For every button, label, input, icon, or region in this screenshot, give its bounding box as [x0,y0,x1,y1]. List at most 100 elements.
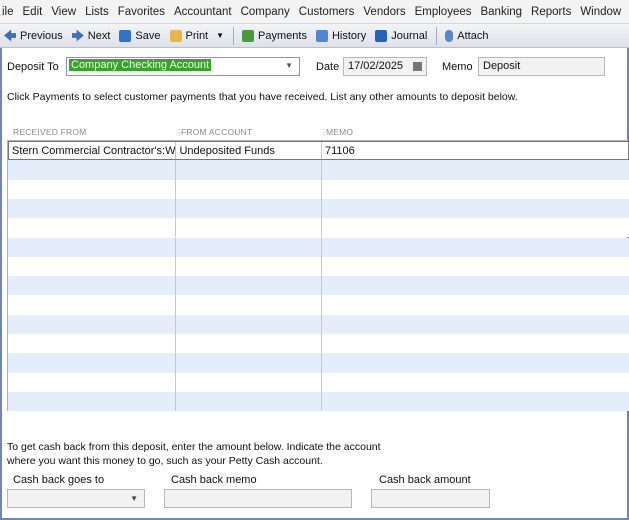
cashback-amount-field[interactable] [371,489,490,508]
header-from-account[interactable]: FROM ACCOUNT [181,127,252,137]
table-cell[interactable] [176,256,322,277]
table-row[interactable] [8,179,629,199]
journal-button[interactable]: Journal [375,29,427,42]
memo-label: Memo [442,61,473,73]
menu-edit[interactable]: Edit [23,6,43,18]
arrow-left-icon [4,29,16,42]
table-cell[interactable] [176,314,322,334]
table-row[interactable] [8,198,629,219]
menu-lists[interactable]: Lists [85,6,109,18]
table-cell[interactable] [8,218,176,238]
cashback-instructions-2: where you want this money to go, such as… [7,455,323,467]
table-row[interactable] [8,391,629,412]
menu-company[interactable]: Company [241,6,290,18]
menu-ile[interactable]: ile [2,6,14,18]
menu-window[interactable]: Window [580,6,621,18]
table-cell[interactable] [176,160,322,180]
table-cell[interactable] [322,180,629,199]
table-cell[interactable] [176,334,322,354]
menu-accountant[interactable]: Accountant [174,6,232,18]
next-button[interactable]: Next [71,29,110,42]
table-cell[interactable] [322,295,629,314]
previous-button[interactable]: Previous [4,29,63,42]
chevron-down-icon[interactable]: ▼ [130,494,138,503]
table-cell[interactable] [8,314,176,334]
table-row[interactable] [8,353,629,373]
history-button[interactable]: History [315,29,366,42]
menu-reports[interactable]: Reports [531,6,571,18]
save-button[interactable]: Save [119,29,161,42]
table-cell[interactable]: Undeposited Funds [176,142,322,160]
table-cell[interactable] [8,334,176,354]
calendar-icon[interactable] [413,62,422,71]
table-cell[interactable] [8,256,176,277]
table-cell[interactable] [8,198,176,219]
menu-view[interactable]: View [51,6,76,18]
save-icon [119,29,132,42]
chevron-down-icon[interactable]: ▼ [216,31,224,40]
table-row[interactable] [8,237,629,257]
table-cell[interactable]: Stern Commercial Contractor's:W... [9,142,177,160]
table-cell[interactable] [322,334,629,353]
toolbar: Previous Next Save Print ▼ Payments Histo… [0,24,629,48]
table-row[interactable]: Stern Commercial Contractor's:W... Undepo… [8,141,629,161]
chevron-down-icon[interactable]: ▼ [285,61,293,70]
menu-vendors[interactable]: Vendors [363,6,405,18]
table-cell[interactable] [322,353,629,372]
memo-field[interactable]: Deposit [478,57,605,76]
deposit-to-dropdown[interactable]: Company Checking Account ▼ [66,57,300,76]
table-cell[interactable] [322,257,629,276]
table-cell[interactable] [322,315,629,334]
cashback-memo-field[interactable] [164,489,352,508]
table-row[interactable] [8,295,629,315]
table-cell[interactable] [176,237,322,257]
table-cell[interactable] [322,373,629,392]
paperclip-icon [445,29,454,42]
previous-label: Previous [20,29,63,42]
table-cell[interactable] [8,353,176,373]
table-cell[interactable] [8,372,176,392]
date-field[interactable]: 17/02/2025 [343,57,427,76]
table-cell[interactable] [176,353,322,373]
table-cell[interactable] [322,238,629,257]
table-cell[interactable] [8,276,176,296]
table-cell[interactable] [176,198,322,219]
table-row[interactable] [8,334,629,354]
table-cell[interactable] [176,276,322,296]
table-cell[interactable] [8,295,176,315]
table-row[interactable] [8,276,629,296]
table-cell[interactable] [322,199,629,218]
print-button[interactable]: Print ▼ [169,29,224,42]
table-cell[interactable] [322,160,629,179]
menu-employees[interactable]: Employees [415,6,472,18]
table-cell[interactable] [322,276,629,295]
cashback-goes-to-dropdown[interactable]: ▼ [7,489,145,508]
payments-button[interactable]: Payments [242,29,307,42]
history-icon [315,29,328,42]
header-memo[interactable]: MEMO [326,127,353,137]
menu-favorites[interactable]: Favorites [118,6,165,18]
table-row[interactable] [8,218,629,238]
table-cell[interactable] [8,391,176,412]
table-cell[interactable] [322,392,629,411]
payments-label: Payments [258,29,307,42]
table-row[interactable] [8,160,629,180]
table-row[interactable] [8,256,629,277]
table-cell[interactable] [8,160,176,180]
table-row[interactable] [8,314,629,334]
menu-banking[interactable]: Banking [480,6,522,18]
table-cell[interactable] [8,179,176,199]
table-cell[interactable] [176,372,322,392]
header-received-from[interactable]: RECEIVED FROM [13,127,86,137]
table-cell[interactable]: 71106 [322,142,628,159]
table-cell[interactable] [176,295,322,315]
table-row[interactable] [8,372,629,392]
table-cell[interactable] [176,179,322,199]
table-cell[interactable] [8,237,176,257]
table-cell[interactable] [176,391,322,412]
menu-customers[interactable]: Customers [299,6,355,18]
table-cell[interactable] [322,218,629,237]
table-cell[interactable] [176,218,322,238]
attach-button[interactable]: Attach [445,29,489,42]
attach-label: Attach [457,29,489,42]
